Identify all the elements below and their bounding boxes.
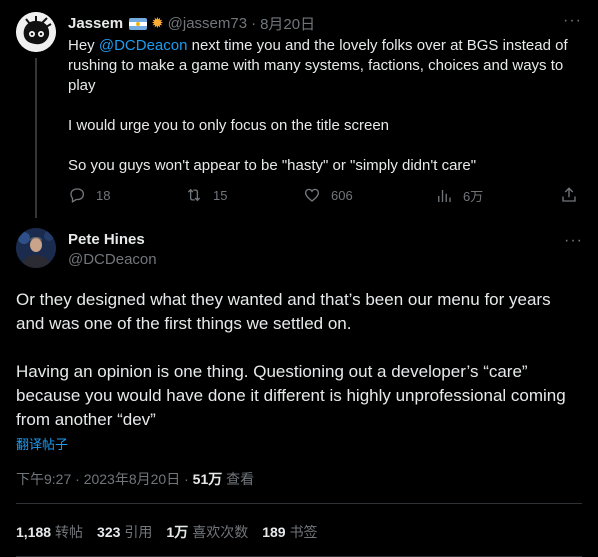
divider (16, 503, 582, 504)
tweet1-handle[interactable]: @jassem73 (168, 15, 247, 32)
mention-link[interactable]: @DCDeacon (99, 37, 188, 54)
reply-button[interactable]: 18 (68, 186, 110, 204)
tweet2-view-label: 查看 (226, 471, 255, 487)
retweets-stat-label: 转帖 (55, 524, 84, 540)
likes-stat-label: 喜欢次数 (192, 524, 249, 540)
tweet1-line2: I would urge you to only focus on the ti… (68, 117, 390, 134)
retweet-icon (187, 188, 201, 202)
tweet1-line1-prefix: Hey (68, 37, 99, 54)
bookmarks-stat-count: 189 (262, 524, 286, 540)
meta-separator: · (75, 471, 80, 487)
tweet2-handle[interactable]: @DCDeacon (68, 251, 157, 268)
tweet2-text: Or they designed what they wanted and th… (16, 288, 582, 456)
retweet-button[interactable]: 15 (185, 186, 227, 204)
tweet2-author-name[interactable]: Pete Hines (68, 231, 145, 248)
tweet1-author-name[interactable]: Jassem (68, 15, 123, 32)
tweet1-line3: So you guys won't appear to be "hasty" o… (68, 157, 477, 174)
quotes-stat-label: 引用 (124, 524, 153, 540)
tweet2-date[interactable]: 2023年8月20日 (84, 471, 181, 487)
pete-hines-avatar[interactable] (16, 228, 56, 268)
reply-icon (70, 188, 85, 203)
quotes-stat[interactable]: 323 引用 (97, 522, 152, 542)
tweet1-date[interactable]: 8月20日 (260, 13, 315, 34)
retweets-stat-count: 1,188 (16, 524, 52, 540)
quotes-stat-count: 323 (97, 524, 121, 540)
jassem-avatar[interactable] (16, 12, 56, 52)
tweet2-paragraph-2: Having an opinion is one thing. Question… (16, 362, 566, 429)
sun-emoji-icon: ✹ (151, 15, 164, 32)
like-button[interactable]: 606 (303, 186, 353, 204)
views-icon (438, 189, 451, 202)
thread-connector (35, 58, 37, 218)
like-count: 606 (331, 187, 353, 203)
bookmarks-stat[interactable]: 189 书签 (262, 522, 317, 542)
tweet2-time[interactable]: 下午9:27 (16, 471, 71, 487)
avatar-image (16, 12, 56, 52)
retweets-stat[interactable]: 1,188 转帖 (16, 522, 83, 542)
engagement-stats: 1,188 转帖 323 引用 1万 喜欢次数 189 书签 (16, 522, 318, 542)
retweet-count: 15 (213, 187, 228, 203)
reply-count: 18 (96, 187, 111, 203)
argentina-flag-icon (129, 17, 148, 30)
tweet1-header: Jassem ✹ @jassem73 · 8月20日 (68, 13, 315, 34)
translate-post-link[interactable]: 翻译帖子 (16, 434, 68, 453)
views-button[interactable]: 6万 (435, 186, 483, 205)
views-count: 6万 (463, 189, 484, 204)
share-icon (562, 187, 576, 202)
avatar-image (16, 228, 56, 268)
meta-separator: · (184, 471, 189, 487)
share-button[interactable] (560, 186, 578, 204)
likes-stat-count: 1万 (166, 524, 189, 540)
tweet2-more-icon[interactable]: ··· (564, 232, 583, 250)
tweet1-more-icon[interactable]: ··· (563, 12, 582, 30)
bookmarks-stat-label: 书签 (289, 524, 318, 540)
tweet1-text: Hey @DCDeacon next time you and the love… (68, 36, 583, 196)
tweet2-view-count: 51万 (192, 471, 223, 487)
tweet1-separator: · (251, 15, 257, 32)
tweet2-meta: 下午9:27 · 2023年8月20日 · 51万 查看 (16, 469, 254, 489)
likes-stat[interactable]: 1万 喜欢次数 (166, 522, 248, 542)
tweet1-action-bar: 18 15 606 6万 (68, 186, 583, 206)
heart-icon (304, 188, 320, 202)
tweet2-paragraph-1: Or they designed what they wanted and th… (16, 290, 551, 333)
